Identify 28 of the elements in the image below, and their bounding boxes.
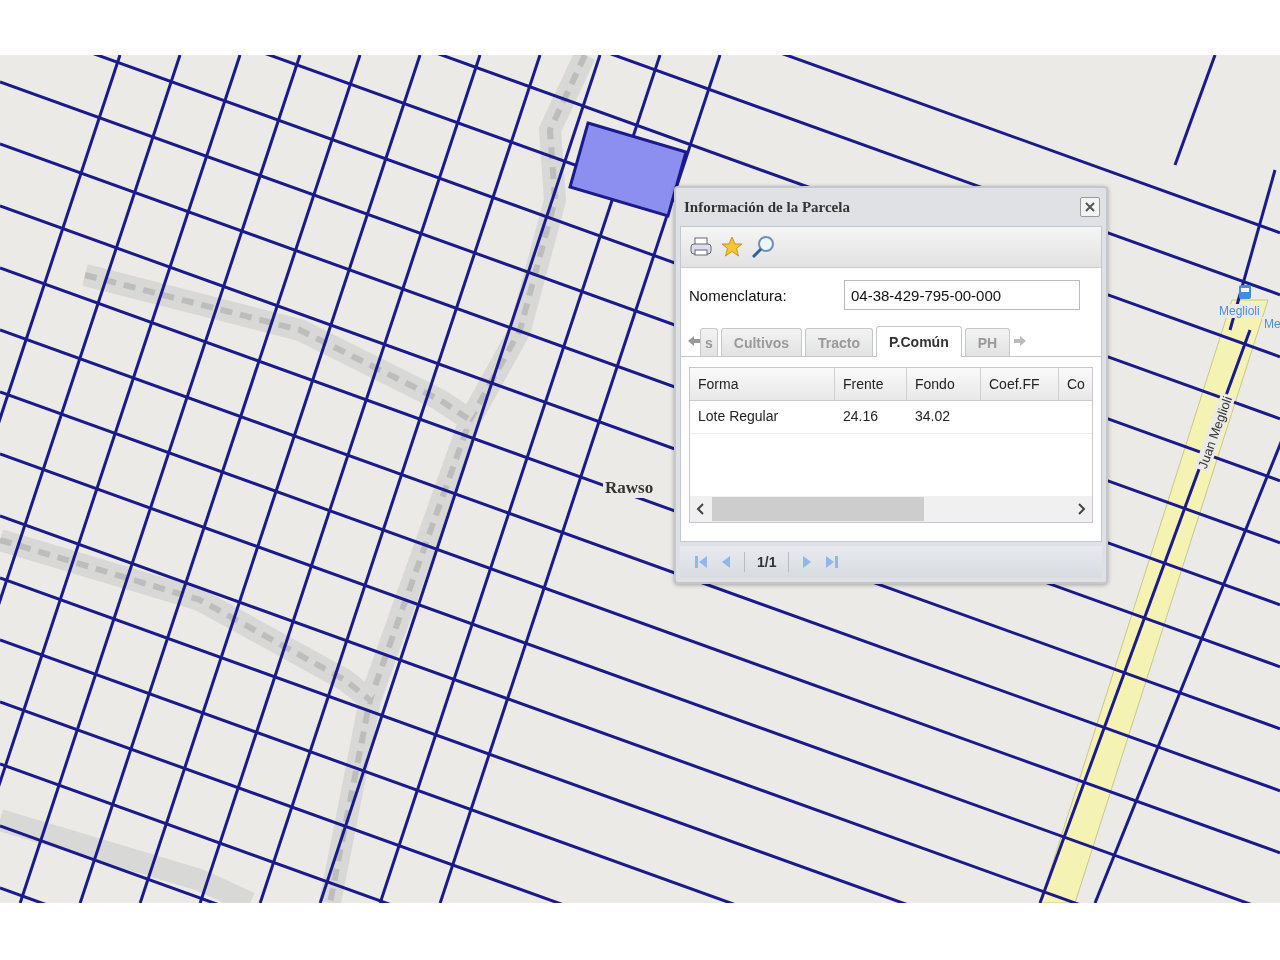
column-header[interactable]: Coef.FF <box>981 368 1059 400</box>
scroll-left-icon[interactable] <box>696 503 706 515</box>
star-icon[interactable] <box>721 236 743 258</box>
window-title: Información de la Parcela <box>684 198 850 216</box>
field-label: Nomenclatura: <box>689 286 788 304</box>
close-button[interactable] <box>1080 197 1100 217</box>
column-header[interactable]: Forma <box>690 368 835 400</box>
tab[interactable]: P.Común <box>876 326 962 357</box>
table-cell-text: 24.16 <box>842 407 880 426</box>
column-header[interactable]: Fondo <box>907 368 981 400</box>
page-indicator: 1/1 <box>757 554 777 570</box>
nomenclatura-field[interactable]: 04-38-429-795-00-000 <box>844 280 1080 310</box>
previous-page-icon[interactable] <box>720 554 732 570</box>
bus-stop-label: Meglioli <box>1217 304 1262 318</box>
horizontal-scrollbar[interactable] <box>690 496 1092 522</box>
search-icon[interactable] <box>751 235 775 259</box>
bus-stop-icon <box>1239 285 1251 299</box>
bus-stop-label: Me <box>1262 317 1280 331</box>
first-page-icon[interactable] <box>694 554 708 570</box>
column-header[interactable]: Co <box>1059 368 1089 400</box>
scrollbar-thumb[interactable] <box>712 497 924 521</box>
scroll-right-icon[interactable] <box>1076 503 1086 515</box>
close-icon <box>1085 202 1095 212</box>
column-header[interactable]: Frente <box>835 368 907 400</box>
printer-icon[interactable] <box>689 236 713 258</box>
table-cell-text: 34.02 <box>914 407 952 426</box>
table-cell-text: Lote Regular <box>697 407 780 426</box>
last-page-icon[interactable] <box>825 554 840 570</box>
